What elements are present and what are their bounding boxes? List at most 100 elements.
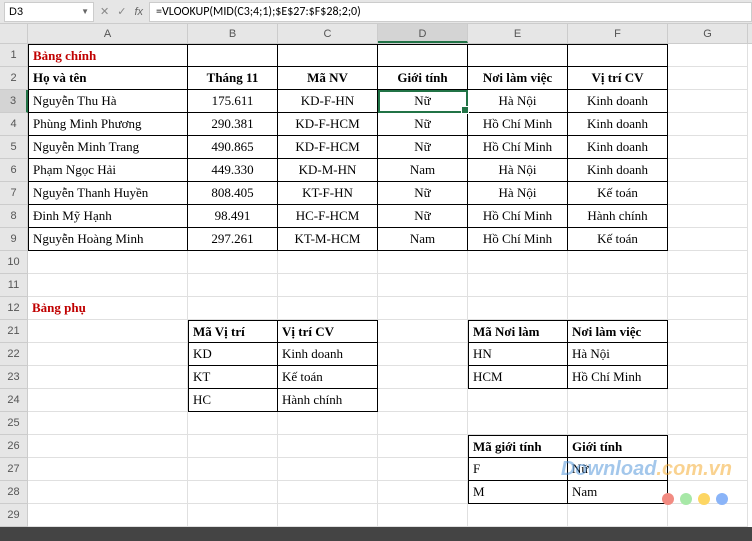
pos-h-code[interactable]: Mã Vị trí — [188, 320, 278, 343]
table-cell[interactable]: 808.405 — [188, 182, 278, 205]
table-cell[interactable]: 290.381 — [188, 113, 278, 136]
table-cell[interactable]: HCM — [468, 366, 568, 389]
row-header[interactable]: 27 — [0, 458, 28, 481]
table-cell[interactable]: Nữ — [378, 90, 468, 113]
table-cell[interactable]: Nữ — [378, 205, 468, 228]
table-cell[interactable]: Kinh doanh — [568, 113, 668, 136]
table-cell[interactable]: Kế toán — [568, 182, 668, 205]
table-cell[interactable]: Kế toán — [568, 228, 668, 251]
sex-h-name[interactable]: Giới tính — [568, 435, 668, 458]
row-header[interactable]: 6 — [0, 159, 28, 182]
col-header[interactable]: A — [28, 24, 188, 43]
section-title[interactable]: Bảng chính — [28, 44, 188, 67]
table-cell[interactable]: Nguyễn Thanh Huyền — [28, 182, 188, 205]
row-header[interactable]: 22 — [0, 343, 28, 366]
row-header[interactable]: 1 — [0, 44, 28, 67]
table-cell[interactable]: F — [468, 458, 568, 481]
section-title[interactable]: Bảng phụ — [28, 297, 188, 320]
col-header[interactable]: E — [468, 24, 568, 43]
cancel-icon[interactable]: ✕ — [100, 5, 109, 18]
place-h-name[interactable]: Nơi làm việc — [568, 320, 668, 343]
table-cell[interactable]: Hồ Chí Minh — [468, 113, 568, 136]
table-cell[interactable]: KT — [188, 366, 278, 389]
table-cell[interactable]: M — [468, 481, 568, 504]
th-month[interactable]: Tháng 11 — [188, 67, 278, 90]
table-cell[interactable]: 490.865 — [188, 136, 278, 159]
row-header[interactable]: 8 — [0, 205, 28, 228]
table-cell[interactable]: Kinh doanh — [568, 136, 668, 159]
table-cell[interactable]: KD-F-HCM — [278, 113, 378, 136]
table-cell[interactable]: Nguyễn Thu Hà — [28, 90, 188, 113]
table-cell[interactable]: Đinh Mỹ Hạnh — [28, 205, 188, 228]
table-cell[interactable]: 297.261 — [188, 228, 278, 251]
table-cell[interactable]: KD-F-HN — [278, 90, 378, 113]
table-cell[interactable]: HC — [188, 389, 278, 412]
table-cell[interactable]: Phùng Minh Phương — [28, 113, 188, 136]
table-cell[interactable]: Hồ Chí Minh — [568, 366, 668, 389]
pos-h-name[interactable]: Vị trí CV — [278, 320, 378, 343]
table-cell[interactable]: Hành chính — [278, 389, 378, 412]
table-cell[interactable]: Hồ Chí Minh — [468, 228, 568, 251]
table-cell[interactable]: Hà Nội — [468, 159, 568, 182]
table-cell[interactable]: HC-F-HCM — [278, 205, 378, 228]
name-box[interactable]: D3 ▼ — [4, 2, 94, 22]
table-cell[interactable]: Kế toán — [278, 366, 378, 389]
fx-icon[interactable]: fx — [134, 6, 143, 18]
row-header[interactable]: 5 — [0, 136, 28, 159]
table-cell[interactable]: KD-F-HCM — [278, 136, 378, 159]
table-cell[interactable]: Hà Nội — [568, 343, 668, 366]
th-sex[interactable]: Giới tính — [378, 67, 468, 90]
col-header[interactable]: C — [278, 24, 378, 43]
table-cell[interactable]: Phạm Ngọc Hải — [28, 159, 188, 182]
table-cell[interactable]: Nữ — [378, 136, 468, 159]
row-header[interactable]: 10 — [0, 251, 28, 274]
col-header[interactable]: D — [378, 24, 468, 43]
table-cell[interactable]: Nữ — [378, 113, 468, 136]
spreadsheet-grid[interactable]: A B C D E F G 1 Bảng chính 2 Họ và tên T… — [0, 24, 752, 527]
table-cell[interactable]: KT-F-HN — [278, 182, 378, 205]
row-header[interactable]: 24 — [0, 389, 28, 412]
table-cell[interactable]: Kinh doanh — [568, 90, 668, 113]
table-cell[interactable]: Hồ Chí Minh — [468, 205, 568, 228]
row-header[interactable]: 7 — [0, 182, 28, 205]
table-cell[interactable]: Nam — [378, 228, 468, 251]
table-cell[interactable]: Nguyễn Minh Trang — [28, 136, 188, 159]
row-header[interactable]: 9 — [0, 228, 28, 251]
table-cell[interactable]: HN — [468, 343, 568, 366]
table-cell[interactable]: 449.330 — [188, 159, 278, 182]
th-pos[interactable]: Vị trí CV — [568, 67, 668, 90]
table-cell[interactable]: Nữ — [378, 182, 468, 205]
row-header[interactable]: 23 — [0, 366, 28, 389]
chevron-down-icon[interactable]: ▼ — [81, 7, 89, 16]
row-header[interactable]: 26 — [0, 435, 28, 458]
row-header[interactable]: 28 — [0, 481, 28, 504]
confirm-icon[interactable]: ✓ — [117, 5, 126, 18]
row-header[interactable]: 4 — [0, 113, 28, 136]
table-cell[interactable]: 175.611 — [188, 90, 278, 113]
th-place[interactable]: Nơi làm việc — [468, 67, 568, 90]
col-header[interactable]: B — [188, 24, 278, 43]
sex-h-code[interactable]: Mã giới tính — [468, 435, 568, 458]
table-cell[interactable]: Hà Nội — [468, 90, 568, 113]
table-cell[interactable]: Nữ — [568, 458, 668, 481]
table-cell[interactable]: Hồ Chí Minh — [468, 136, 568, 159]
th-name[interactable]: Họ và tên — [28, 67, 188, 90]
table-cell[interactable]: Nam — [378, 159, 468, 182]
col-header[interactable]: G — [668, 24, 748, 43]
select-all-corner[interactable] — [0, 24, 28, 43]
place-h-code[interactable]: Mã Nơi làm — [468, 320, 568, 343]
table-cell[interactable]: Hành chính — [568, 205, 668, 228]
formula-input[interactable]: =VLOOKUP(MID(C3;4;1);$E$27:$F$28;2;0) — [149, 2, 752, 22]
table-cell[interactable]: 98.491 — [188, 205, 278, 228]
row-header[interactable]: 29 — [0, 504, 28, 527]
row-header[interactable]: 11 — [0, 274, 28, 297]
col-header[interactable]: F — [568, 24, 668, 43]
table-cell[interactable]: Kinh doanh — [278, 343, 378, 366]
table-cell[interactable]: Kinh doanh — [568, 159, 668, 182]
row-header[interactable]: 21 — [0, 320, 28, 343]
row-header[interactable]: 12 — [0, 297, 28, 320]
row-header[interactable]: 25 — [0, 412, 28, 435]
table-cell[interactable]: Nguyễn Hoàng Minh — [28, 228, 188, 251]
table-cell[interactable]: KD-M-HN — [278, 159, 378, 182]
table-cell[interactable]: KT-M-HCM — [278, 228, 378, 251]
